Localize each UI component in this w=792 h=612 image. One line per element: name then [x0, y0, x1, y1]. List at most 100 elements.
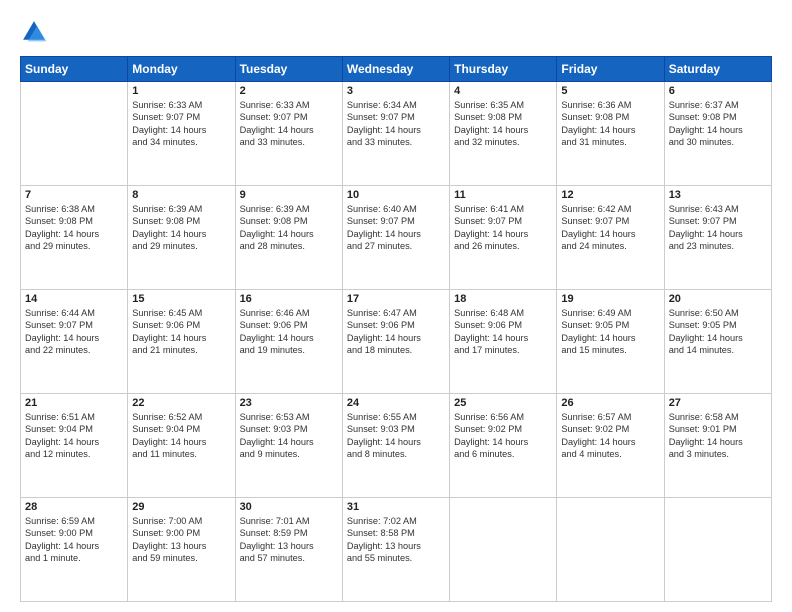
calendar-cell: 15 Sunrise: 6:45 AM Sunset: 9:06 PM Dayli…	[128, 290, 235, 394]
calendar-cell: 11 Sunrise: 6:41 AM Sunset: 9:07 PM Dayli…	[450, 186, 557, 290]
day-number: 24	[347, 397, 445, 409]
cell-content: Sunrise: 6:53 AM Sunset: 9:03 PM Dayligh…	[240, 411, 338, 461]
cell-content: Sunrise: 6:58 AM Sunset: 9:01 PM Dayligh…	[669, 411, 767, 461]
calendar-cell: 2 Sunrise: 6:33 AM Sunset: 9:07 PM Daylig…	[235, 82, 342, 186]
cell-content: Sunrise: 6:41 AM Sunset: 9:07 PM Dayligh…	[454, 203, 552, 253]
cell-content: Sunrise: 7:00 AM Sunset: 9:00 PM Dayligh…	[132, 515, 230, 565]
cell-content: Sunrise: 6:56 AM Sunset: 9:02 PM Dayligh…	[454, 411, 552, 461]
calendar-cell: 4 Sunrise: 6:35 AM Sunset: 9:08 PM Daylig…	[450, 82, 557, 186]
calendar-cell	[21, 82, 128, 186]
calendar-cell: 16 Sunrise: 6:46 AM Sunset: 9:06 PM Dayli…	[235, 290, 342, 394]
calendar-cell: 8 Sunrise: 6:39 AM Sunset: 9:08 PM Daylig…	[128, 186, 235, 290]
day-number: 9	[240, 189, 338, 201]
cell-content: Sunrise: 6:47 AM Sunset: 9:06 PM Dayligh…	[347, 307, 445, 357]
cell-content: Sunrise: 6:45 AM Sunset: 9:06 PM Dayligh…	[132, 307, 230, 357]
calendar-cell: 9 Sunrise: 6:39 AM Sunset: 9:08 PM Daylig…	[235, 186, 342, 290]
cell-content: Sunrise: 7:02 AM Sunset: 8:58 PM Dayligh…	[347, 515, 445, 565]
cell-content: Sunrise: 6:35 AM Sunset: 9:08 PM Dayligh…	[454, 99, 552, 149]
cell-content: Sunrise: 6:48 AM Sunset: 9:06 PM Dayligh…	[454, 307, 552, 357]
calendar-cell: 23 Sunrise: 6:53 AM Sunset: 9:03 PM Dayli…	[235, 394, 342, 498]
day-number: 14	[25, 293, 123, 305]
day-number: 7	[25, 189, 123, 201]
day-number: 26	[561, 397, 659, 409]
cell-content: Sunrise: 6:37 AM Sunset: 9:08 PM Dayligh…	[669, 99, 767, 149]
day-number: 17	[347, 293, 445, 305]
calendar-cell: 18 Sunrise: 6:48 AM Sunset: 9:06 PM Dayli…	[450, 290, 557, 394]
cell-content: Sunrise: 6:38 AM Sunset: 9:08 PM Dayligh…	[25, 203, 123, 253]
calendar-cell	[557, 498, 664, 602]
day-number: 20	[669, 293, 767, 305]
cell-content: Sunrise: 6:44 AM Sunset: 9:07 PM Dayligh…	[25, 307, 123, 357]
cell-content: Sunrise: 6:39 AM Sunset: 9:08 PM Dayligh…	[132, 203, 230, 253]
logo-icon	[20, 18, 48, 46]
day-number: 15	[132, 293, 230, 305]
cell-content: Sunrise: 6:39 AM Sunset: 9:08 PM Dayligh…	[240, 203, 338, 253]
day-number: 23	[240, 397, 338, 409]
day-number: 31	[347, 501, 445, 513]
calendar-cell	[664, 498, 771, 602]
day-number: 1	[132, 85, 230, 97]
cell-content: Sunrise: 6:36 AM Sunset: 9:08 PM Dayligh…	[561, 99, 659, 149]
day-number: 22	[132, 397, 230, 409]
day-number: 2	[240, 85, 338, 97]
day-number: 18	[454, 293, 552, 305]
day-number: 27	[669, 397, 767, 409]
day-number: 4	[454, 85, 552, 97]
calendar-week-row: 7 Sunrise: 6:38 AM Sunset: 9:08 PM Daylig…	[21, 186, 772, 290]
calendar-cell: 7 Sunrise: 6:38 AM Sunset: 9:08 PM Daylig…	[21, 186, 128, 290]
calendar-week-row: 28Sunrise: 6:59 AM Sunset: 9:00 PM Dayli…	[21, 498, 772, 602]
calendar-day-header: Wednesday	[342, 57, 449, 82]
calendar-cell: 3 Sunrise: 6:34 AM Sunset: 9:07 PM Daylig…	[342, 82, 449, 186]
day-number: 29	[132, 501, 230, 513]
cell-content: Sunrise: 6:59 AM Sunset: 9:00 PM Dayligh…	[25, 515, 123, 565]
calendar-day-header: Friday	[557, 57, 664, 82]
day-number: 16	[240, 293, 338, 305]
header	[20, 18, 772, 46]
cell-content: Sunrise: 6:43 AM Sunset: 9:07 PM Dayligh…	[669, 203, 767, 253]
cell-content: Sunrise: 6:55 AM Sunset: 9:03 PM Dayligh…	[347, 411, 445, 461]
calendar-cell: 5 Sunrise: 6:36 AM Sunset: 9:08 PM Daylig…	[557, 82, 664, 186]
calendar-day-header: Monday	[128, 57, 235, 82]
calendar-cell: 12Sunrise: 6:42 AM Sunset: 9:07 PM Dayli…	[557, 186, 664, 290]
day-number: 3	[347, 85, 445, 97]
calendar-cell	[450, 498, 557, 602]
calendar-day-header: Saturday	[664, 57, 771, 82]
logo	[20, 18, 52, 46]
calendar-cell: 21Sunrise: 6:51 AM Sunset: 9:04 PM Dayli…	[21, 394, 128, 498]
day-number: 8	[132, 189, 230, 201]
calendar-cell: 1 Sunrise: 6:33 AM Sunset: 9:07 PM Daylig…	[128, 82, 235, 186]
calendar-cell: 26 Sunrise: 6:57 AM Sunset: 9:02 PM Dayli…	[557, 394, 664, 498]
day-number: 25	[454, 397, 552, 409]
day-number: 30	[240, 501, 338, 513]
cell-content: Sunrise: 6:42 AM Sunset: 9:07 PM Dayligh…	[561, 203, 659, 253]
calendar-cell: 14 Sunrise: 6:44 AM Sunset: 9:07 PM Dayli…	[21, 290, 128, 394]
calendar-day-header: Sunday	[21, 57, 128, 82]
cell-content: Sunrise: 6:57 AM Sunset: 9:02 PM Dayligh…	[561, 411, 659, 461]
calendar-cell: 10Sunrise: 6:40 AM Sunset: 9:07 PM Dayli…	[342, 186, 449, 290]
calendar-day-header: Thursday	[450, 57, 557, 82]
calendar-header-row: SundayMondayTuesdayWednesdayThursdayFrid…	[21, 57, 772, 82]
cell-content: Sunrise: 6:34 AM Sunset: 9:07 PM Dayligh…	[347, 99, 445, 149]
calendar-table: SundayMondayTuesdayWednesdayThursdayFrid…	[20, 56, 772, 602]
cell-content: Sunrise: 6:49 AM Sunset: 9:05 PM Dayligh…	[561, 307, 659, 357]
cell-content: Sunrise: 6:33 AM Sunset: 9:07 PM Dayligh…	[240, 99, 338, 149]
calendar-cell: 29 Sunrise: 7:00 AM Sunset: 9:00 PM Dayli…	[128, 498, 235, 602]
cell-content: Sunrise: 6:52 AM Sunset: 9:04 PM Dayligh…	[132, 411, 230, 461]
calendar-cell: 27 Sunrise: 6:58 AM Sunset: 9:01 PM Dayli…	[664, 394, 771, 498]
day-number: 19	[561, 293, 659, 305]
calendar-week-row: 1 Sunrise: 6:33 AM Sunset: 9:07 PM Daylig…	[21, 82, 772, 186]
cell-content: Sunrise: 6:46 AM Sunset: 9:06 PM Dayligh…	[240, 307, 338, 357]
cell-content: Sunrise: 6:50 AM Sunset: 9:05 PM Dayligh…	[669, 307, 767, 357]
day-number: 5	[561, 85, 659, 97]
cell-content: Sunrise: 6:33 AM Sunset: 9:07 PM Dayligh…	[132, 99, 230, 149]
calendar-week-row: 14 Sunrise: 6:44 AM Sunset: 9:07 PM Dayli…	[21, 290, 772, 394]
cell-content: Sunrise: 6:51 AM Sunset: 9:04 PM Dayligh…	[25, 411, 123, 461]
calendar-week-row: 21Sunrise: 6:51 AM Sunset: 9:04 PM Dayli…	[21, 394, 772, 498]
calendar-day-header: Tuesday	[235, 57, 342, 82]
day-number: 13	[669, 189, 767, 201]
calendar-cell: 30Sunrise: 7:01 AM Sunset: 8:59 PM Dayli…	[235, 498, 342, 602]
day-number: 11	[454, 189, 552, 201]
calendar-cell: 24 Sunrise: 6:55 AM Sunset: 9:03 PM Dayli…	[342, 394, 449, 498]
calendar-cell: 20 Sunrise: 6:50 AM Sunset: 9:05 PM Dayli…	[664, 290, 771, 394]
calendar-cell: 19 Sunrise: 6:49 AM Sunset: 9:05 PM Dayli…	[557, 290, 664, 394]
